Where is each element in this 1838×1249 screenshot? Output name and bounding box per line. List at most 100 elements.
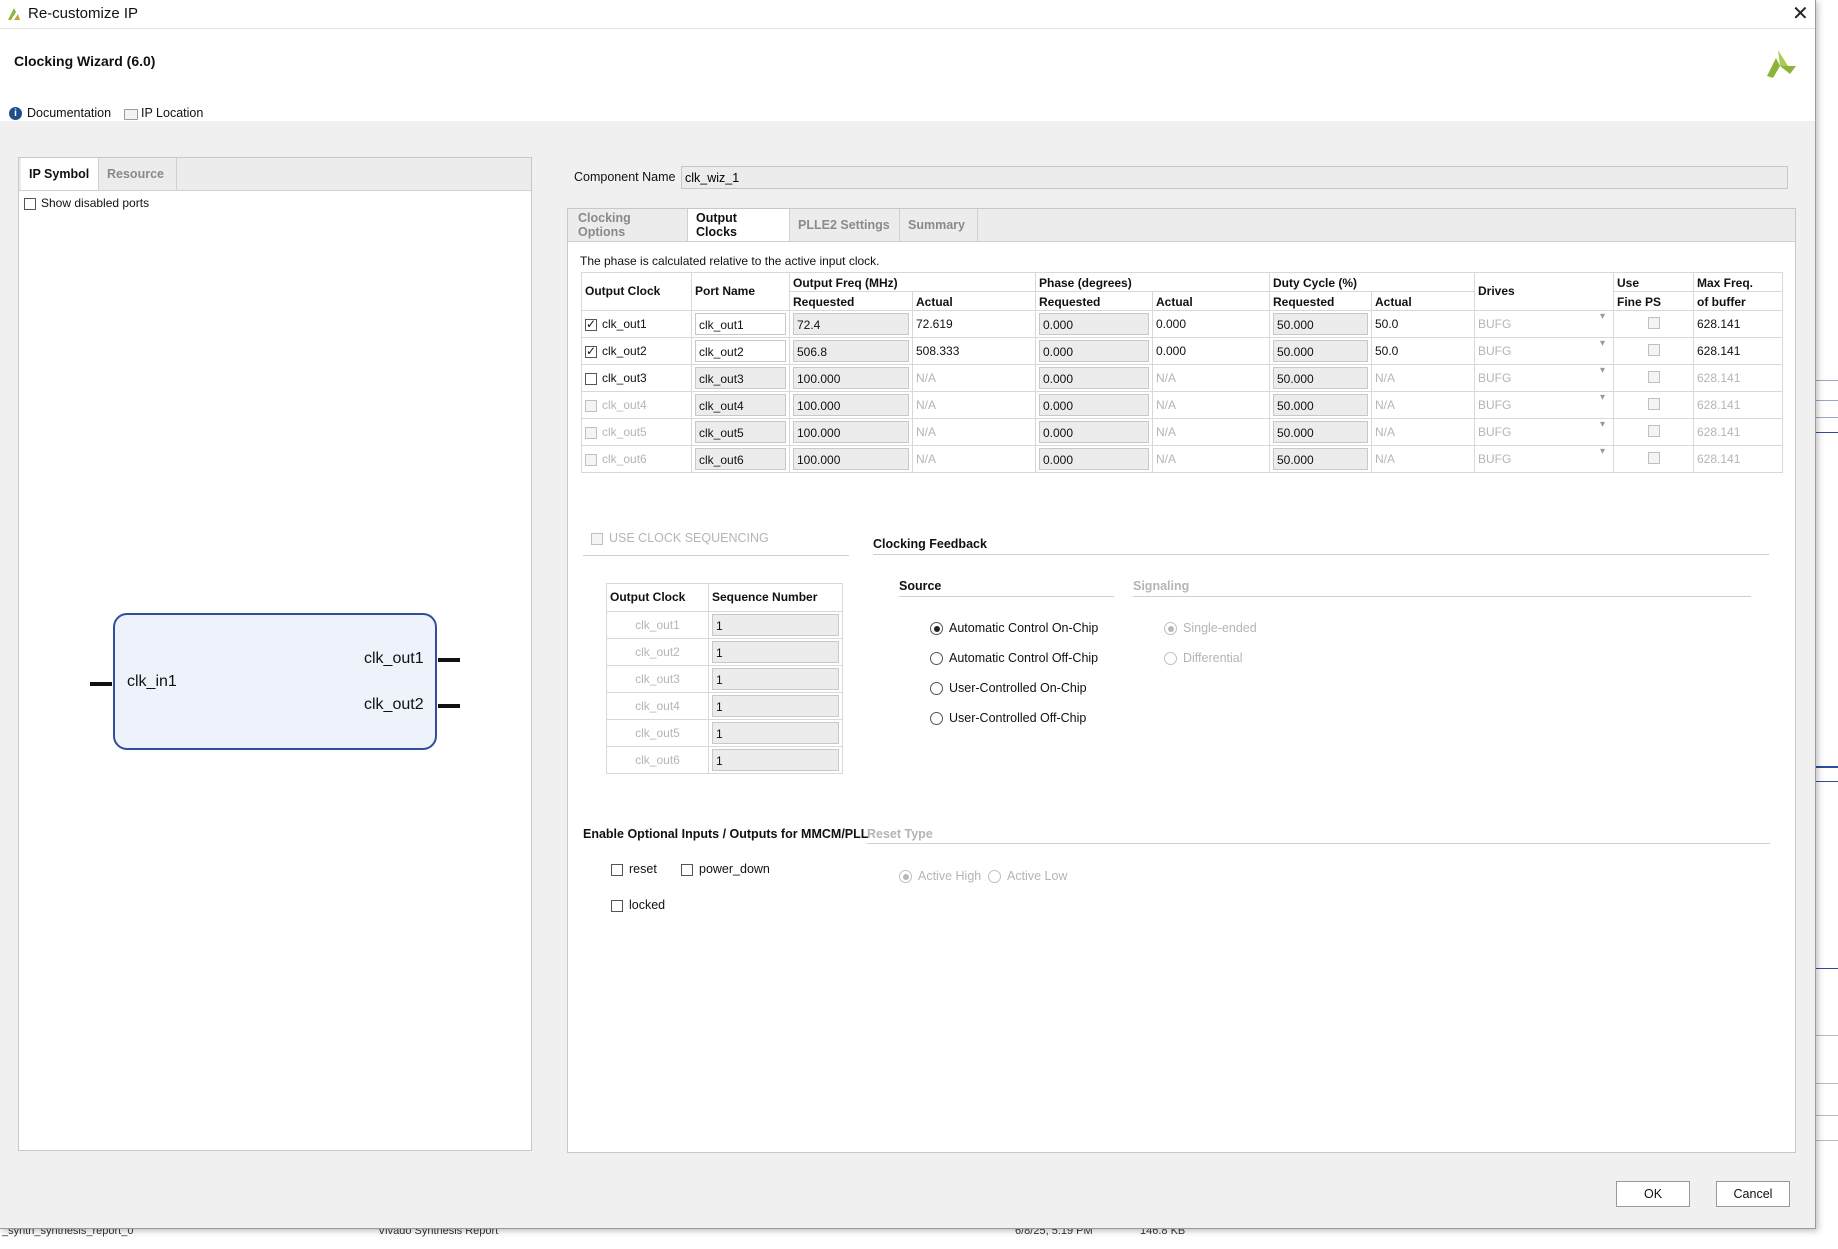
reset-checkbox[interactable] [611,864,623,876]
tab-output-clocks[interactable]: Output Clocks [688,209,790,241]
use-clock-sequencing-checkbox[interactable] [591,533,603,545]
output-clocks-table: Output Clock Port Name Output Freq (MHz)… [581,272,1783,473]
duty-requested-field[interactable]: 50.000 [1273,367,1368,389]
sequence-field[interactable]: 1 [712,749,839,771]
freq-requested-field[interactable]: 100.000 [793,448,909,470]
clock-cell: clk_out2 [581,337,692,365]
freq-requested-field[interactable]: 100.000 [793,394,909,416]
table-row: clk_out1 clk_out1 72.4 72.619 0.000 0.00… [581,310,1783,338]
phase-actual: 0.000 [1152,310,1270,338]
drives-dropdown[interactable]: BUFG [1474,391,1614,419]
clk-out6-enable-checkbox[interactable] [585,453,597,466]
documentation-link[interactable]: Documentation [27,106,111,120]
col-phase: Phase (degrees) [1035,272,1270,292]
port-name-field[interactable]: clk_out6 [695,448,786,470]
active-low-radio[interactable] [988,870,1001,883]
power-down-checkbox[interactable] [681,864,693,876]
duty-requested-field[interactable]: 50.000 [1273,340,1368,362]
bg-line [1815,766,1838,768]
col-seq-output-clock: Output Clock [606,583,709,612]
drives-dropdown[interactable]: BUFG [1474,418,1614,446]
clock-cell: clk_out6 [581,445,692,473]
locked-checkbox[interactable] [611,900,623,912]
clk-out2-enable-checkbox[interactable] [585,344,597,358]
tab-clocking-options[interactable]: Clocking Options [570,209,688,241]
seq-clock: clk_out6 [606,746,709,774]
phase-requested-field[interactable]: 0.000 [1039,367,1149,389]
clock-name: clk_out5 [602,425,647,439]
sequence-field[interactable]: 1 [712,641,839,663]
drives-dropdown[interactable]: BUFG [1474,364,1614,392]
col-fine-ps: Fine PS [1613,291,1694,311]
show-disabled-ports-checkbox[interactable] [24,198,36,210]
ip-location-link[interactable]: IP Location [141,106,203,120]
phase-actual: N/A [1152,391,1270,419]
tab-summary[interactable]: Summary [900,209,978,241]
duty-requested-field[interactable]: 50.000 [1273,448,1368,470]
clk-in1-pin [90,682,112,686]
drives-dropdown[interactable]: BUFG [1474,310,1614,338]
phase-requested-field[interactable]: 0.000 [1039,340,1149,362]
port-name-field[interactable]: clk_out5 [695,421,786,443]
cancel-button[interactable]: Cancel [1716,1181,1790,1207]
drives-dropdown[interactable]: BUFG [1474,337,1614,365]
close-icon[interactable]: ✕ [1792,1,1809,26]
port-name-field[interactable]: clk_out4 [695,394,786,416]
duty-actual: N/A [1371,391,1475,419]
duty-actual: 50.0 [1371,310,1475,338]
fine-ps-checkbox[interactable] [1647,343,1660,356]
freq-requested-field[interactable]: 506.8 [793,340,909,362]
duty-requested-field[interactable]: 50.000 [1273,394,1368,416]
background-file-row: _synth_synthesis_report_0 Vivado Synthes… [0,1225,1838,1249]
tab-plle2-settings[interactable]: PLLE2 Settings [790,209,900,241]
sequence-field[interactable]: 1 [712,722,839,744]
table-row: clk_out6 1 [606,746,843,774]
fine-ps-checkbox[interactable] [1647,316,1660,329]
table-row: clk_out1 1 [606,611,843,639]
reset-type-title: Reset Type [867,827,933,841]
freq-requested-field[interactable]: 100.000 [793,367,909,389]
freq-requested-field[interactable]: 72.4 [793,313,909,335]
clk-out4-enable-checkbox[interactable] [585,399,597,412]
phase-requested-field[interactable]: 0.000 [1039,313,1149,335]
bg-line [1815,1035,1838,1036]
port-name-field[interactable]: clk_out2 [695,340,786,362]
tab-resource[interactable]: Resource [99,158,177,190]
drives-dropdown[interactable]: BUFG [1474,445,1614,473]
port-name-field[interactable]: clk_out3 [695,367,786,389]
sequence-field[interactable]: 1 [712,614,839,636]
col-drives: Drives [1474,272,1614,311]
ok-button[interactable]: OK [1616,1181,1690,1207]
tab-ip-symbol[interactable]: IP Symbol [21,158,99,190]
col-freq-actual: Actual [912,291,1036,311]
fine-ps-checkbox[interactable] [1647,370,1660,383]
phase-requested-field[interactable]: 0.000 [1039,448,1149,470]
clk-out3-enable-checkbox[interactable] [585,372,597,385]
clock-cell: clk_out4 [581,391,692,419]
phase-requested-field[interactable]: 0.000 [1039,394,1149,416]
duty-requested-field[interactable]: 50.000 [1273,421,1368,443]
freq-requested-field[interactable]: 100.000 [793,421,909,443]
source-auto-on-chip-radio[interactable] [930,622,943,635]
source-user-off-chip-radio[interactable] [930,712,943,725]
phase-requested-field[interactable]: 0.000 [1039,421,1149,443]
fine-ps-checkbox[interactable] [1647,424,1660,437]
reset-label: reset [629,862,657,876]
port-name-field[interactable]: clk_out1 [695,313,786,335]
fine-ps-checkbox[interactable] [1647,451,1660,464]
table-row: clk_out2 1 [606,638,843,666]
sequence-field[interactable]: 1 [712,695,839,717]
vivado-logo-icon [8,8,20,20]
source-user-on-chip-radio[interactable] [930,682,943,695]
optional-io-title: Enable Optional Inputs / Outputs for MMC… [583,827,869,841]
signal-single-ended-radio[interactable] [1164,622,1177,635]
duty-requested-field[interactable]: 50.000 [1273,313,1368,335]
sequence-field[interactable]: 1 [712,668,839,690]
fine-ps-checkbox[interactable] [1647,397,1660,410]
clk-out1-enable-checkbox[interactable] [585,317,597,331]
active-high-radio[interactable] [899,870,912,883]
signal-differential-radio[interactable] [1164,652,1177,665]
source-auto-off-chip-radio[interactable] [930,652,943,665]
clk-out5-enable-checkbox[interactable] [585,426,597,439]
component-name-input[interactable] [681,166,1788,189]
